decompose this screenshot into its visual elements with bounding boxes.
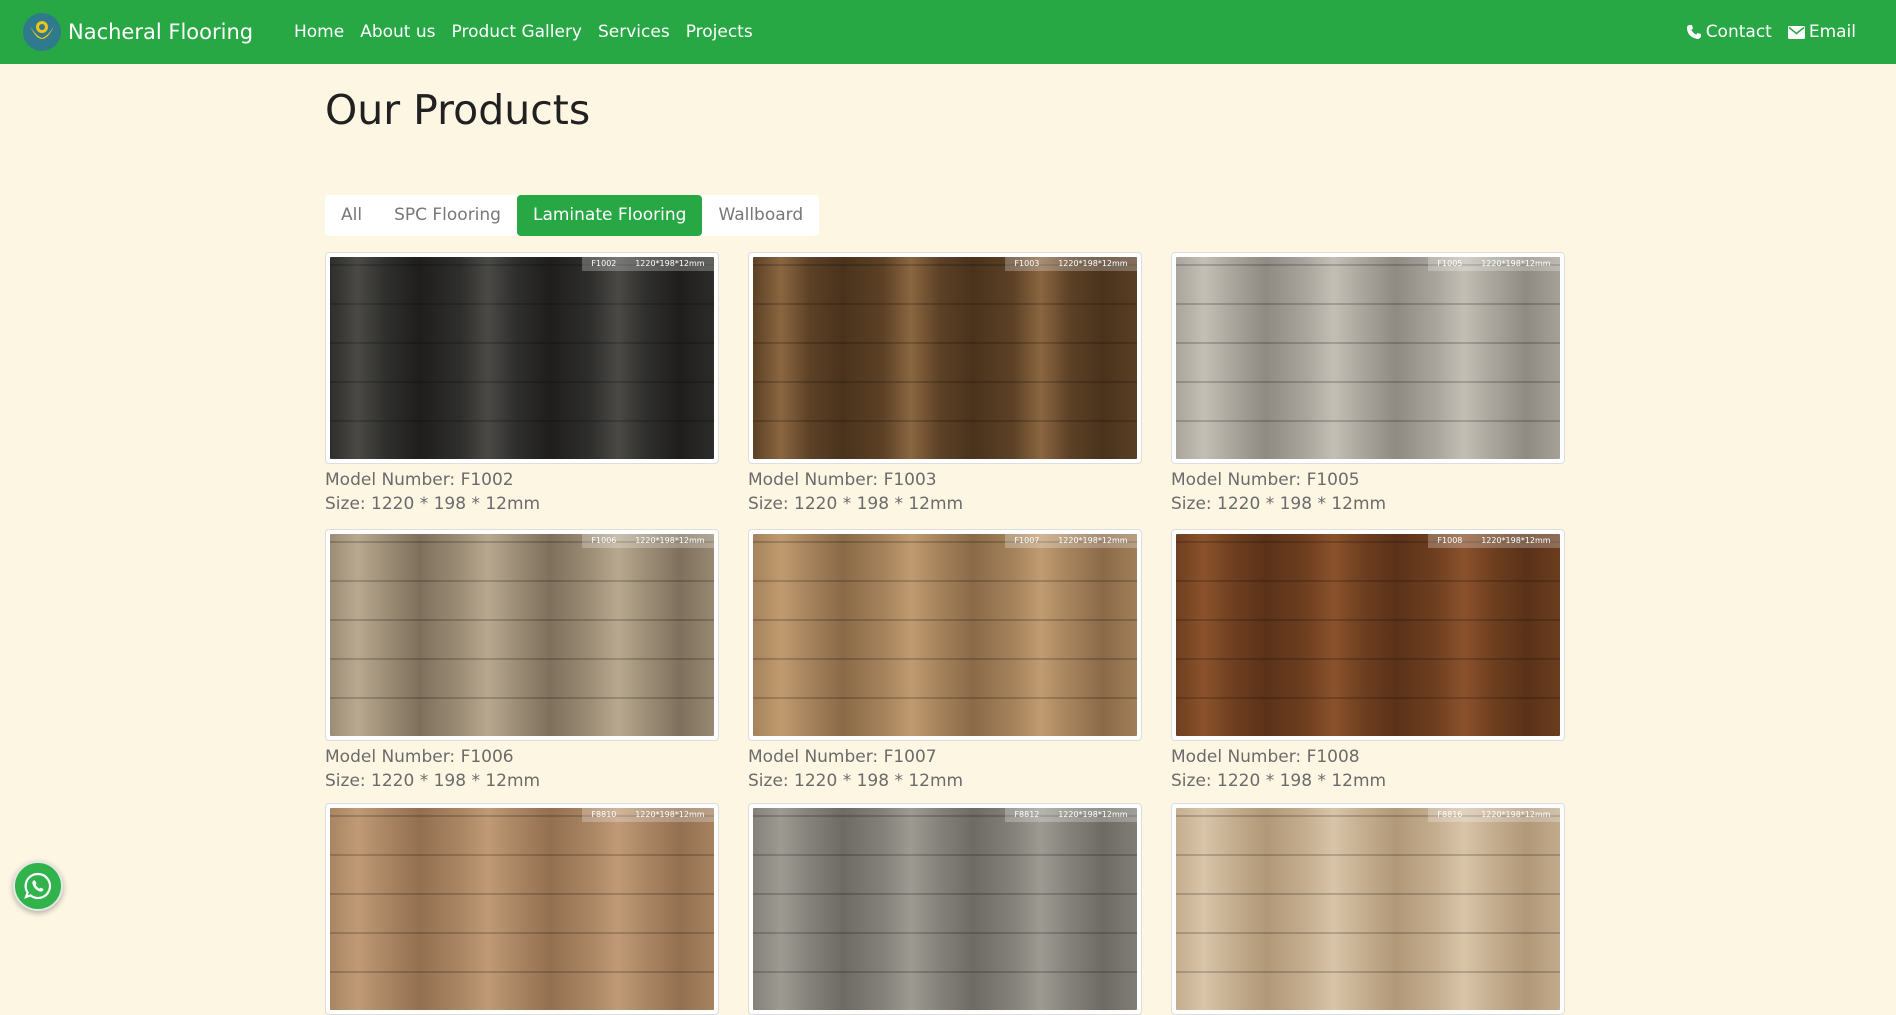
product-card[interactable]: F1006 1220*198*12mm Model Number: F1006 … [325, 529, 719, 793]
product-card[interactable]: F1008 1220*198*12mm Model Number: F1008 … [1171, 529, 1565, 793]
product-model: Model Number: F1005 [1171, 470, 1360, 490]
brand-link[interactable]: Nacheral Flooring [22, 11, 253, 53]
product-image[interactable]: F8816 1220*198*12mm [1176, 808, 1560, 1010]
product-image[interactable]: F8812 1220*198*12mm [753, 808, 1137, 1010]
product-card[interactable]: F1007 1220*198*12mm Model Number: F1007 … [748, 529, 1142, 793]
product-model: Model Number: F1002 [325, 470, 514, 490]
product-size: Size: 1220 * 198 * 12mm [748, 771, 964, 791]
watermark-size: 1220*198*12mm [1058, 259, 1128, 268]
watermark-size: 1220*198*12mm [1058, 810, 1128, 819]
image-watermark: F8816 1220*198*12mm [1428, 808, 1560, 822]
watermark-size: 1220*198*12mm [1481, 259, 1551, 268]
main-nav: Home About us Product Gallery Services P… [294, 0, 769, 64]
product-card[interactable]: F8810 1220*198*12mm [325, 803, 719, 1015]
nav-projects[interactable]: Projects [686, 22, 753, 42]
product-image[interactable]: F1006 1220*198*12mm [330, 534, 714, 736]
product-model: Model Number: F1006 [325, 747, 514, 767]
image-watermark: F8810 1220*198*12mm [582, 808, 714, 822]
product-image[interactable]: F1007 1220*198*12mm [753, 534, 1137, 736]
whatsapp-icon [24, 872, 52, 900]
top-navbar: Nacheral Flooring Home About us Product … [0, 0, 1896, 64]
product-image-frame: F1008 1220*198*12mm [1171, 529, 1565, 741]
envelope-icon [1787, 25, 1805, 39]
watermark-size: 1220*198*12mm [635, 810, 705, 819]
product-image[interactable]: F8810 1220*198*12mm [330, 808, 714, 1010]
product-meta: Model Number: F1003 Size: 1220 * 198 * 1… [748, 468, 1142, 516]
contact-label: Contact [1705, 22, 1772, 42]
product-size: Size: 1220 * 198 * 12mm [748, 494, 964, 514]
contact-link[interactable]: Contact [1686, 22, 1772, 42]
nav-home[interactable]: Home [294, 22, 344, 42]
logo-icon [23, 13, 61, 51]
product-image-frame: F1003 1220*198*12mm [748, 252, 1142, 464]
image-watermark: F1007 1220*198*12mm [1005, 534, 1137, 548]
product-image-frame: F1006 1220*198*12mm [325, 529, 719, 741]
whatsapp-button[interactable] [13, 861, 63, 911]
watermark-size: 1220*198*12mm [635, 536, 705, 545]
product-size: Size: 1220 * 198 * 12mm [1171, 771, 1387, 791]
product-meta: Model Number: F1007 Size: 1220 * 198 * 1… [748, 745, 1142, 793]
product-image-frame: F1007 1220*198*12mm [748, 529, 1142, 741]
email-link[interactable]: Email [1787, 22, 1856, 42]
email-label: Email [1808, 22, 1856, 42]
watermark-size: 1220*198*12mm [635, 259, 705, 268]
product-card[interactable]: F1002 1220*198*12mm Model Number: F1002 … [325, 252, 719, 516]
watermark-model: F8812 [1014, 810, 1040, 819]
page-title: Our Products [325, 86, 591, 134]
nav-about-us[interactable]: About us [360, 22, 435, 42]
product-size: Size: 1220 * 198 * 12mm [1171, 494, 1387, 514]
product-model: Model Number: F1008 [1171, 747, 1360, 767]
product-image-frame: F1005 1220*198*12mm [1171, 252, 1565, 464]
nav-contact-group: Contact Email [1670, 0, 1856, 64]
product-card[interactable]: F1003 1220*198*12mm Model Number: F1003 … [748, 252, 1142, 516]
product-image[interactable]: F1008 1220*198*12mm [1176, 534, 1560, 736]
filter-all[interactable]: All [325, 195, 378, 236]
filter-spc-flooring[interactable]: SPC Flooring [378, 195, 517, 236]
product-image[interactable]: F1003 1220*198*12mm [753, 257, 1137, 459]
nav-product-gallery[interactable]: Product Gallery [452, 22, 583, 42]
watermark-model: F1008 [1437, 536, 1463, 545]
filter-laminate-flooring[interactable]: Laminate Flooring [516, 195, 703, 236]
watermark-model: F1003 [1014, 259, 1040, 268]
product-image[interactable]: F1005 1220*198*12mm [1176, 257, 1560, 459]
image-watermark: F1006 1220*198*12mm [582, 534, 714, 548]
nav-services[interactable]: Services [598, 22, 670, 42]
product-image-frame: F8810 1220*198*12mm [325, 803, 719, 1015]
brand-name: Nacheral Flooring [68, 20, 254, 44]
watermark-size: 1220*198*12mm [1058, 536, 1128, 545]
product-image-frame: F8816 1220*198*12mm [1171, 803, 1565, 1015]
filter-wallboard[interactable]: Wallboard [702, 195, 819, 236]
image-watermark: F8812 1220*198*12mm [1005, 808, 1137, 822]
product-card[interactable]: F8816 1220*198*12mm [1171, 803, 1565, 1015]
watermark-size: 1220*198*12mm [1481, 536, 1551, 545]
product-meta: Model Number: F1005 Size: 1220 * 198 * 1… [1171, 468, 1565, 516]
watermark-model: F1007 [1014, 536, 1040, 545]
product-image-frame: F1002 1220*198*12mm [325, 252, 719, 464]
product-card[interactable]: F8812 1220*198*12mm [748, 803, 1142, 1015]
product-image-frame: F8812 1220*198*12mm [748, 803, 1142, 1015]
image-watermark: F1005 1220*198*12mm [1428, 257, 1560, 271]
phone-icon [1686, 25, 1701, 39]
watermark-size: 1220*198*12mm [1481, 810, 1551, 819]
watermark-model: F1005 [1437, 259, 1463, 268]
image-watermark: F1002 1220*198*12mm [582, 257, 714, 271]
product-meta: Model Number: F1002 Size: 1220 * 198 * 1… [325, 468, 719, 516]
product-meta: Model Number: F1008 Size: 1220 * 198 * 1… [1171, 745, 1565, 793]
product-size: Size: 1220 * 198 * 12mm [325, 494, 541, 514]
image-watermark: F1003 1220*198*12mm [1005, 257, 1137, 271]
category-filter: All SPC Flooring Laminate Flooring Wallb… [325, 195, 820, 236]
watermark-model: F8816 [1437, 810, 1463, 819]
product-image[interactable]: F1002 1220*198*12mm [330, 257, 714, 459]
watermark-model: F8810 [591, 810, 617, 819]
product-size: Size: 1220 * 198 * 12mm [325, 771, 541, 791]
product-model: Model Number: F1003 [748, 470, 937, 490]
watermark-model: F1002 [591, 259, 617, 268]
product-card[interactable]: F1005 1220*198*12mm Model Number: F1005 … [1171, 252, 1565, 516]
product-meta: Model Number: F1006 Size: 1220 * 198 * 1… [325, 745, 719, 793]
product-model: Model Number: F1007 [748, 747, 937, 767]
watermark-model: F1006 [591, 536, 617, 545]
image-watermark: F1008 1220*198*12mm [1428, 534, 1560, 548]
